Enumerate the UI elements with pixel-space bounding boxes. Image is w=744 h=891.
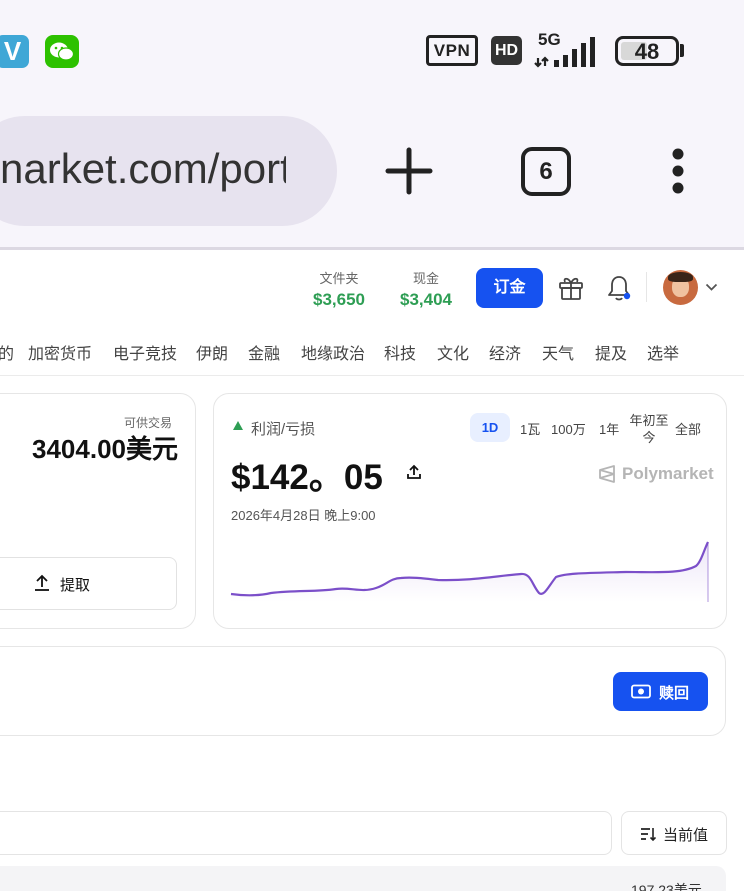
vpn-indicator: VPN bbox=[426, 35, 478, 66]
upload-icon bbox=[35, 574, 49, 591]
nav-item-weather[interactable]: 天气 bbox=[542, 340, 574, 364]
available-label: 可供交易 bbox=[124, 416, 173, 430]
triangle-up-icon bbox=[233, 421, 243, 430]
pnl-value: $142。05 bbox=[231, 458, 383, 497]
tab-switcher-button[interactable]: 6 bbox=[521, 147, 571, 196]
chevron-down-icon[interactable] bbox=[705, 283, 718, 292]
nav-item-crypto[interactable]: 加密货币 bbox=[28, 340, 92, 364]
nav-item[interactable]: 的 bbox=[0, 340, 14, 364]
cash-stat[interactable]: 现金 $3,404 bbox=[394, 268, 458, 310]
search-input[interactable] bbox=[0, 811, 612, 855]
cash-label: 现金 bbox=[412, 271, 439, 286]
portfolio-stat[interactable]: 文件夹 $3,650 bbox=[308, 268, 370, 310]
portfolio-label: 文件夹 bbox=[319, 271, 359, 286]
address-bar[interactable]: narket.com/portf bbox=[0, 116, 337, 226]
category-nav: 的 加密货币 电子竞技 伊朗 金融 地缘政治 科技 文化 经济 天气 提及 选举 bbox=[0, 336, 744, 364]
range-tab-1d[interactable]: 1D bbox=[470, 413, 510, 442]
nav-item-iran[interactable]: 伊朗 bbox=[196, 340, 228, 364]
redeem-button[interactable]: 赎回 bbox=[613, 672, 708, 711]
range-tab-all[interactable]: 全部 bbox=[675, 419, 701, 438]
available-value: 3404.00美元 bbox=[32, 434, 178, 464]
portfolio-value: $3,650 bbox=[313, 290, 365, 309]
site-header: 文件夹 $3,650 现金 $3,404 bbox=[0, 250, 744, 326]
table-row[interactable] bbox=[0, 866, 726, 891]
bell-icon[interactable] bbox=[606, 274, 632, 302]
v-app-icon: V bbox=[0, 35, 29, 68]
sort-icon bbox=[641, 828, 656, 842]
position-value: 197.23美元 bbox=[631, 882, 702, 891]
nav-divider bbox=[0, 375, 744, 376]
range-tab-ytd[interactable]: 年初至今 bbox=[628, 412, 670, 446]
hd-indicator: HD bbox=[491, 36, 522, 65]
polymarket-brand: Polymarket bbox=[622, 464, 714, 483]
range-tab-1m[interactable]: 100万 bbox=[551, 419, 586, 438]
pnl-chart[interactable] bbox=[226, 530, 711, 610]
pnl-timestamp: 2026年4月28日 晚上9:00 bbox=[231, 508, 376, 523]
battery-icon: 48 bbox=[615, 36, 679, 66]
share-icon[interactable] bbox=[405, 463, 423, 481]
gift-icon[interactable] bbox=[558, 275, 584, 301]
withdraw-label: 提取 bbox=[60, 577, 91, 594]
cash-value: $3,404 bbox=[400, 290, 452, 309]
polymarket-logo-icon bbox=[599, 465, 615, 483]
new-tab-icon[interactable] bbox=[384, 146, 434, 196]
url-text: narket.com/portf bbox=[0, 145, 286, 192]
cash-icon bbox=[631, 684, 651, 699]
deposit-button[interactable]: 订金 bbox=[476, 268, 543, 308]
status-bar: V VPN HD 5G 48 bbox=[0, 0, 744, 100]
nav-item-mentions[interactable]: 提及 bbox=[595, 340, 627, 364]
nav-item-esports[interactable]: 电子竞技 bbox=[113, 340, 177, 364]
battery-tip bbox=[680, 44, 684, 57]
nav-item-finance[interactable]: 金融 bbox=[248, 340, 280, 364]
header-separator bbox=[646, 272, 647, 302]
nav-item-geopolitics[interactable]: 地缘政治 bbox=[301, 340, 365, 364]
wechat-icon bbox=[45, 35, 79, 68]
signal-icon bbox=[534, 37, 595, 68]
battery-level: 48 bbox=[634, 39, 660, 64]
range-tab-1y[interactable]: 1年 bbox=[599, 419, 619, 438]
nav-item-culture[interactable]: 文化 bbox=[437, 340, 469, 364]
nav-item-economy[interactable]: 经济 bbox=[489, 340, 521, 364]
more-menu-icon[interactable] bbox=[671, 148, 685, 194]
range-tab-1w[interactable]: 1瓦 bbox=[520, 419, 540, 438]
redeem-label: 赎回 bbox=[659, 685, 690, 702]
nav-item-elections[interactable]: 选举 bbox=[647, 340, 679, 364]
nav-item-tech[interactable]: 科技 bbox=[384, 340, 416, 364]
browser-toolbar: narket.com/portf 6 bbox=[0, 100, 744, 248]
avatar[interactable] bbox=[663, 270, 698, 305]
withdraw-button[interactable]: 提取 bbox=[0, 557, 177, 610]
pnl-label: 利润/亏损 bbox=[251, 421, 316, 438]
sort-button[interactable]: 当前值 bbox=[621, 811, 727, 855]
sort-label: 当前值 bbox=[663, 827, 709, 844]
